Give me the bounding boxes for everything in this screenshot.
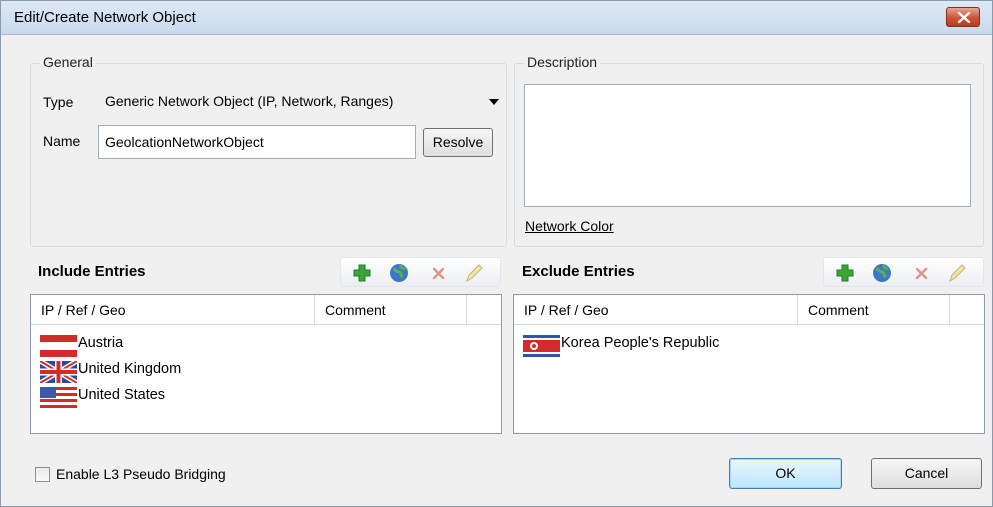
- list-item-label: United States: [78, 387, 166, 403]
- delete-icon[interactable]: [428, 262, 450, 284]
- cancel-button[interactable]: Cancel: [871, 458, 982, 489]
- close-button[interactable]: [946, 7, 980, 27]
- exclude-header: Exclude Entries: [522, 257, 984, 287]
- general-legend: General: [40, 54, 96, 70]
- add-icon[interactable]: [834, 262, 856, 284]
- delete-icon[interactable]: [911, 262, 933, 284]
- add-icon[interactable]: [351, 262, 373, 284]
- exclude-list[interactable]: IP / Ref / Geo Comment Korea People's Re…: [513, 294, 985, 434]
- list-item[interactable]: Austria: [40, 333, 440, 359]
- column-ip-ref-geo[interactable]: IP / Ref / Geo: [31, 295, 315, 325]
- list-item[interactable]: United Kingdom: [40, 359, 440, 385]
- list-item-label: United Kingdom: [78, 361, 182, 377]
- list-item[interactable]: Korea People's Republic: [523, 333, 923, 359]
- edit-icon[interactable]: [946, 262, 968, 284]
- exclude-toolbar: [823, 257, 984, 287]
- column-ip-ref-geo[interactable]: IP / Ref / Geo: [514, 295, 798, 325]
- uk-flag-icon: [40, 361, 77, 383]
- type-label: Type: [43, 94, 74, 110]
- name-input[interactable]: [98, 125, 416, 159]
- description-group: Description Network Color: [514, 54, 984, 247]
- window-title: Edit/Create Network Object: [14, 9, 196, 26]
- list-item-label: Korea People's Republic: [561, 335, 720, 351]
- name-label: Name: [43, 133, 81, 149]
- include-title: Include Entries: [38, 263, 146, 280]
- list-item[interactable]: United States: [40, 385, 440, 411]
- column-comment[interactable]: Comment: [798, 295, 950, 325]
- ok-button[interactable]: OK: [729, 458, 842, 489]
- include-list-header: IP / Ref / Geo Comment: [31, 295, 501, 325]
- list-item-label: Austria: [78, 335, 124, 351]
- network-color-link[interactable]: Network Color: [525, 218, 614, 234]
- description-textarea[interactable]: [524, 84, 971, 207]
- chevron-down-icon[interactable]: [485, 92, 503, 112]
- l3-bridging-checkbox[interactable]: [35, 467, 50, 482]
- edit-icon[interactable]: [463, 262, 485, 284]
- north-korea-flag-icon: [523, 335, 560, 357]
- include-list[interactable]: IP / Ref / Geo Comment Austria United Ki…: [30, 294, 502, 434]
- us-flag-icon: [40, 387, 77, 409]
- dialog-window: Edit/Create Network Object General Type …: [0, 0, 993, 507]
- include-toolbar: [340, 257, 501, 287]
- globe-icon[interactable]: [871, 262, 893, 284]
- description-legend: Description: [524, 54, 601, 70]
- close-icon: [958, 12, 970, 23]
- include-header: Include Entries: [38, 257, 508, 287]
- type-select-value: Generic Network Object (IP, Network, Ran…: [105, 93, 394, 109]
- austria-flag-icon: [40, 335, 77, 357]
- resolve-button[interactable]: Resolve: [423, 128, 493, 157]
- column-comment[interactable]: Comment: [315, 295, 467, 325]
- exclude-title: Exclude Entries: [522, 263, 635, 280]
- l3-bridging-label: Enable L3 Pseudo Bridging: [56, 466, 226, 482]
- type-select[interactable]: Generic Network Object (IP, Network, Ran…: [103, 90, 503, 114]
- exclude-list-header: IP / Ref / Geo Comment: [514, 295, 984, 325]
- general-group: General Type Generic Network Object (IP,…: [30, 54, 507, 247]
- globe-icon[interactable]: [388, 262, 410, 284]
- title-bar[interactable]: Edit/Create Network Object: [1, 1, 992, 35]
